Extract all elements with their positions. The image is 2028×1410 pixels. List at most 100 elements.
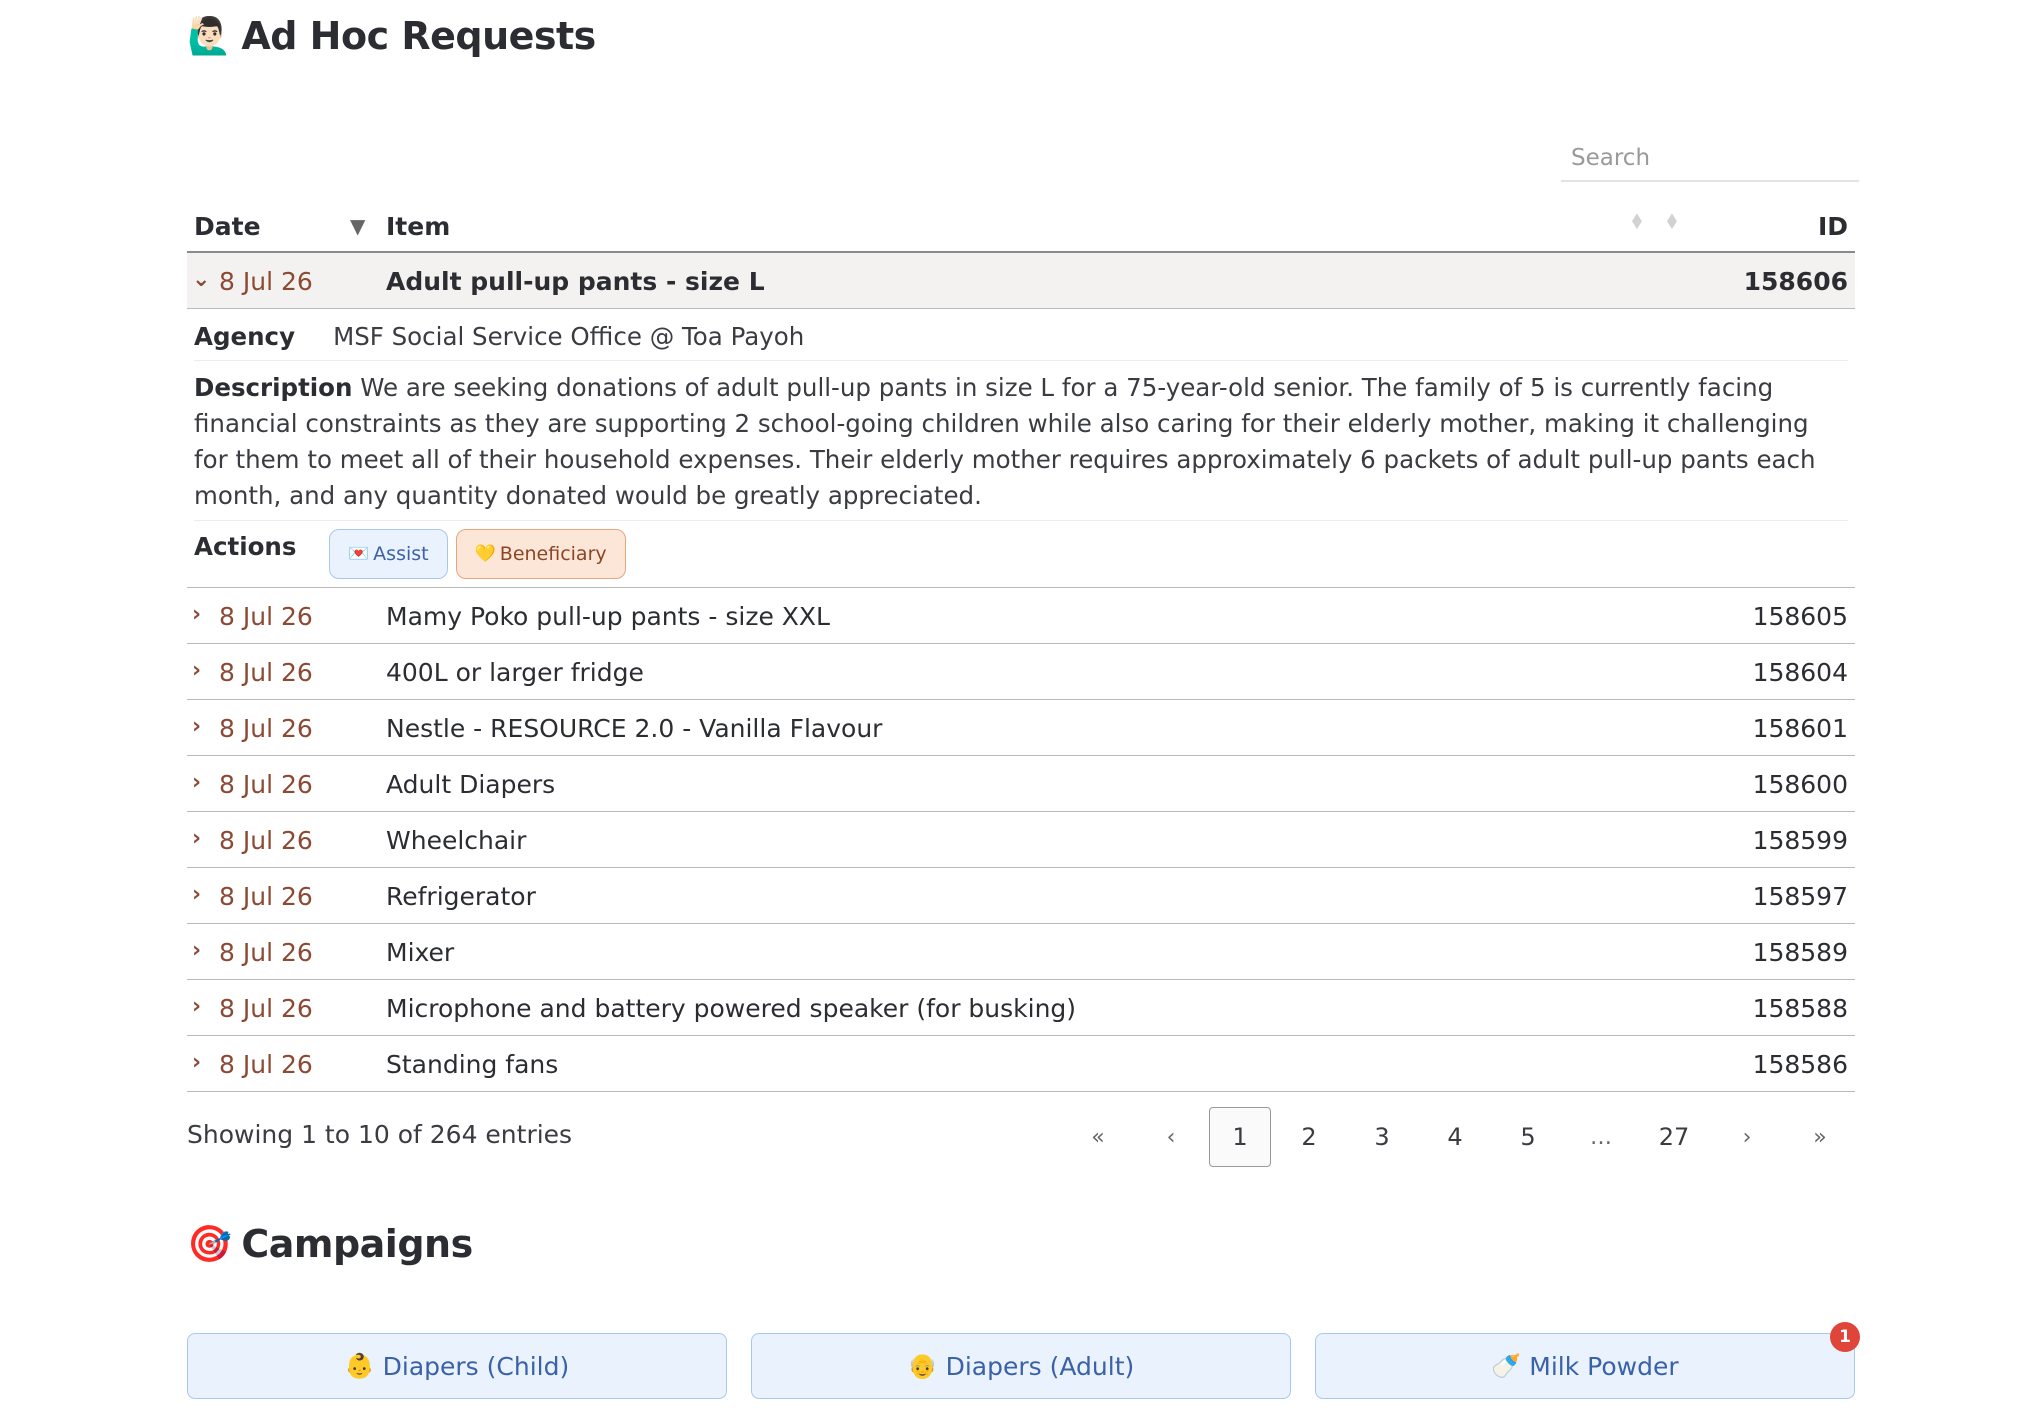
row-id: 158605 <box>1752 602 1848 631</box>
row-id: 158601 <box>1752 714 1848 743</box>
row-id: 158588 <box>1752 994 1848 1023</box>
pagination-last[interactable]: » <box>1785 1107 1855 1167</box>
row-date: 8 Jul 26 <box>219 714 313 743</box>
adhoc-requests-title: 🙋🏻‍♂️ Ad Hoc Requests <box>187 14 596 58</box>
love-letter-icon: 💌 <box>348 544 370 564</box>
column-header-id[interactable]: ID <box>1818 212 1848 241</box>
table-row[interactable]: › 8 Jul 26 Nestle - RESOURCE 2.0 - Vanilla… <box>187 700 1855 756</box>
sort-icon[interactable]: ⬧ <box>1667 210 1677 232</box>
row-date: 8 Jul 26 <box>219 267 313 296</box>
baby-bottle-icon: 🍼 <box>1491 1352 1522 1380</box>
actions-line: Actions 💌 Assist 💛 Beneficiary <box>194 521 1848 587</box>
table-body: › 8 Jul 26 Mamy Poko pull-up pants - size … <box>187 588 1855 1092</box>
sort-icon[interactable]: ⬧ <box>1632 210 1642 232</box>
table-row[interactable]: › 8 Jul 26 Mixer 158589 <box>187 924 1855 980</box>
row-item: Refrigerator <box>386 882 536 911</box>
person-raising-hand-icon: 🙋🏻‍♂️ <box>187 16 232 57</box>
assist-button-label: Assist <box>373 543 429 565</box>
beneficiary-button-label: Beneficiary <box>499 543 607 565</box>
table-row[interactable]: › 8 Jul 26 Wheelchair 158599 <box>187 812 1855 868</box>
table-row[interactable]: › 8 Jul 26 Standing fans 158586 <box>187 1036 1855 1092</box>
chevron-right-icon[interactable]: › <box>192 882 201 907</box>
table-row[interactable]: › 8 Jul 26 Refrigerator 158597 <box>187 868 1855 924</box>
table-header: Date ▼ Item ⬧ ⬧ ID <box>187 198 1855 253</box>
table-row[interactable]: › 8 Jul 26 Mamy Poko pull-up pants - size … <box>187 588 1855 644</box>
campaigns-title: 🎯 Campaigns <box>187 1222 473 1266</box>
description-label: Description <box>194 373 353 402</box>
campaign-diapers-adult-button[interactable]: 👴 Diapers (Adult) <box>751 1333 1291 1399</box>
row-id: 158586 <box>1752 1050 1848 1079</box>
requests-table: Date ▼ Item ⬧ ⬧ ID ⌄ 8 Jul 26 Adult pull… <box>187 198 1855 1092</box>
row-item: Wheelchair <box>386 826 527 855</box>
row-date: 8 Jul 26 <box>219 770 313 799</box>
agency-value: MSF Social Service Office @ Toa Payoh <box>333 322 805 351</box>
pagination-page-4[interactable]: 4 <box>1420 1107 1490 1167</box>
old-man-icon: 👴 <box>907 1352 938 1380</box>
beneficiary-button[interactable]: 💛 Beneficiary <box>455 529 626 579</box>
row-id: 158599 <box>1752 826 1848 855</box>
row-detail-panel: Agency MSF Social Service Office @ Toa Pa… <box>187 309 1855 588</box>
row-date: 8 Jul 26 <box>219 658 313 687</box>
pagination-page-3[interactable]: 3 <box>1347 1107 1417 1167</box>
row-item: 400L or larger fridge <box>386 658 644 687</box>
table-row-expanded[interactable]: ⌄ 8 Jul 26 Adult pull-up pants - size L … <box>187 253 1855 309</box>
yellow-heart-icon: 💛 <box>474 544 496 564</box>
chevron-right-icon[interactable]: › <box>192 1050 201 1075</box>
sort-descending-icon[interactable]: ▼ <box>350 214 365 238</box>
row-item: Mixer <box>386 938 455 967</box>
pagination-page-27[interactable]: 27 <box>1639 1107 1709 1167</box>
campaign-diapers-child-button[interactable]: 👶 Diapers (Child) <box>187 1333 727 1399</box>
row-id: 158589 <box>1752 938 1848 967</box>
row-item: Mamy Poko pull-up pants - size XXL <box>386 602 830 631</box>
table-row[interactable]: › 8 Jul 26 Adult Diapers 158600 <box>187 756 1855 812</box>
chevron-down-icon[interactable]: ⌄ <box>192 267 210 292</box>
row-date: 8 Jul 26 <box>219 602 313 631</box>
pagination-page-5[interactable]: 5 <box>1493 1107 1563 1167</box>
pagination-previous[interactable]: ‹ <box>1136 1107 1206 1167</box>
chevron-right-icon[interactable]: › <box>192 658 201 683</box>
page-content: 🙋🏻‍♂️ Ad Hoc Requests Date ▼ Item ⬧ ⬧ ID… <box>187 0 1860 1410</box>
column-header-item[interactable]: Item <box>386 212 450 241</box>
pagination-ellipsis: … <box>1590 1124 1612 1150</box>
agency-label: Agency <box>194 322 296 351</box>
target-icon: 🎯 <box>187 1224 232 1265</box>
actions-label: Actions <box>194 532 297 561</box>
pagination-page-1[interactable]: 1 <box>1209 1107 1271 1167</box>
baby-icon: 👶 <box>344 1352 375 1380</box>
search-input[interactable] <box>1561 136 1859 182</box>
row-date: 8 Jul 26 <box>219 938 313 967</box>
agency-line: Agency MSF Social Service Office @ Toa Pa… <box>194 309 1848 361</box>
row-date: 8 Jul 26 <box>219 1050 313 1079</box>
row-item: Microphone and battery powered speaker (… <box>386 994 1077 1023</box>
description-text: We are seeking donations of adult pull-u… <box>194 373 1816 510</box>
row-id: 158606 <box>1743 267 1848 296</box>
campaigns-title-text: Campaigns <box>241 1222 473 1266</box>
chevron-right-icon[interactable]: › <box>192 714 201 739</box>
row-id: 158604 <box>1752 658 1848 687</box>
row-item: Adult Diapers <box>386 770 556 799</box>
column-header-date[interactable]: Date <box>194 212 261 241</box>
pagination: « ‹ 1 2 3 4 5 … 27 › » <box>1060 1107 1855 1167</box>
row-item: Nestle - RESOURCE 2.0 - Vanilla Flavour <box>386 714 883 743</box>
table-row[interactable]: › 8 Jul 26 Microphone and battery powered … <box>187 980 1855 1036</box>
chevron-right-icon[interactable]: › <box>192 994 201 1019</box>
row-id: 158597 <box>1752 882 1848 911</box>
pagination-next[interactable]: › <box>1712 1107 1782 1167</box>
campaign-label: Diapers (Child) <box>382 1351 570 1381</box>
adhoc-requests-title-text: Ad Hoc Requests <box>241 14 596 58</box>
notification-badge: 1 <box>1830 1322 1860 1352</box>
row-date: 8 Jul 26 <box>219 882 313 911</box>
chevron-right-icon[interactable]: › <box>192 602 201 627</box>
row-item: Standing fans <box>386 1050 559 1079</box>
assist-button[interactable]: 💌 Assist <box>329 529 448 579</box>
table-row[interactable]: › 8 Jul 26 400L or larger fridge 158604 <box>187 644 1855 700</box>
campaign-label: Diapers (Adult) <box>945 1351 1135 1381</box>
chevron-right-icon[interactable]: › <box>192 826 201 851</box>
campaign-label: Milk Powder <box>1529 1351 1679 1381</box>
pagination-page-2[interactable]: 2 <box>1274 1107 1344 1167</box>
chevron-right-icon[interactable]: › <box>192 770 201 795</box>
campaign-milk-powder-button[interactable]: 🍼 Milk Powder 1 <box>1315 1322 1860 1399</box>
row-id: 158600 <box>1752 770 1848 799</box>
pagination-first[interactable]: « <box>1063 1107 1133 1167</box>
chevron-right-icon[interactable]: › <box>192 938 201 963</box>
